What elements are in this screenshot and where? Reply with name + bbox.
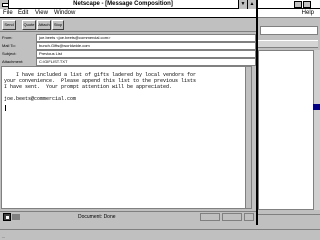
- window-title: Netscape - [Message Composition]: [73, 1, 173, 7]
- subject-label: Subject:: [2, 51, 17, 56]
- mail-to-field[interactable]: bunch.Gifts@worldwide.com: [36, 42, 256, 50]
- status-cell-3: [244, 213, 254, 221]
- from-label: From:: [2, 35, 13, 40]
- menu-file[interactable]: File: [3, 10, 13, 16]
- menu-view[interactable]: View: [35, 10, 48, 16]
- minimize-icon[interactable]: ▼: [238, 0, 247, 9]
- from-row: From: joe.beets <joe.beets@commercial.co…: [0, 34, 256, 42]
- status-cell-2: [222, 213, 242, 221]
- background-menubar: Help: [256, 9, 320, 18]
- background-titlebar: [256, 0, 320, 9]
- taskbar-label[interactable]: ...: [2, 234, 5, 239]
- attach-button[interactable]: Attach: [37, 20, 51, 30]
- taskbar: ...: [0, 229, 320, 240]
- mail-to-label: Mail To:: [2, 43, 16, 48]
- attachment-field[interactable]: C:\GIFLIST.TXT: [36, 58, 256, 66]
- menu-bar: File Edit View Window: [0, 9, 256, 18]
- security-key-icon: [3, 213, 11, 221]
- status-text: Document: Done: [78, 214, 116, 220]
- title-bar: Netscape - [Message Composition] ▼ ▲: [0, 0, 256, 9]
- stop-button[interactable]: Stop: [52, 20, 64, 30]
- vertical-scrollbar[interactable]: [245, 67, 251, 208]
- maximize-icon[interactable]: [303, 1, 311, 8]
- attachment-label: Attachment:: [2, 59, 24, 64]
- compose-window: Netscape - [Message Composition] ▼ ▲ Fil…: [0, 0, 258, 225]
- quote-button[interactable]: Quote: [22, 20, 36, 30]
- toolbar: Send Quote Attach Stop: [0, 18, 256, 32]
- attachment-row: Attachment: C:\GIFLIST.TXT: [0, 58, 256, 66]
- subject-row: Subject: Previous List: [0, 50, 256, 58]
- from-field[interactable]: joe.beets <joe.beets@commercial.com>: [36, 34, 256, 42]
- send-button[interactable]: Send: [2, 20, 16, 30]
- message-body-text[interactable]: I have included a list of gifts ladered …: [4, 72, 196, 102]
- menu-help[interactable]: Help: [302, 10, 314, 16]
- message-body[interactable]: I have included a list of gifts ladered …: [1, 66, 252, 209]
- menu-window[interactable]: Window: [54, 10, 75, 16]
- progress-indicator: [12, 214, 20, 220]
- scroll-thumb[interactable]: [313, 104, 320, 110]
- background-window: Help: [256, 0, 320, 240]
- mail-to-row: Mail To: bunch.Gifts@worldwide.com: [0, 42, 256, 50]
- subject-field[interactable]: Previous List: [36, 50, 256, 58]
- text-caret: [5, 105, 6, 111]
- system-menu-icon[interactable]: [0, 0, 9, 9]
- background-status-bar: [256, 214, 320, 222]
- minimize-icon[interactable]: [294, 1, 302, 8]
- menu-edit[interactable]: Edit: [18, 10, 28, 16]
- status-bar: Document: Done: [0, 211, 256, 221]
- background-scrollbar[interactable]: [313, 50, 320, 210]
- background-location-field[interactable]: [260, 26, 318, 35]
- status-cell-1: [200, 213, 220, 221]
- background-message-list[interactable]: [258, 50, 318, 210]
- background-tab-strip: [258, 40, 318, 48]
- maximize-icon[interactable]: ▲: [247, 0, 256, 9]
